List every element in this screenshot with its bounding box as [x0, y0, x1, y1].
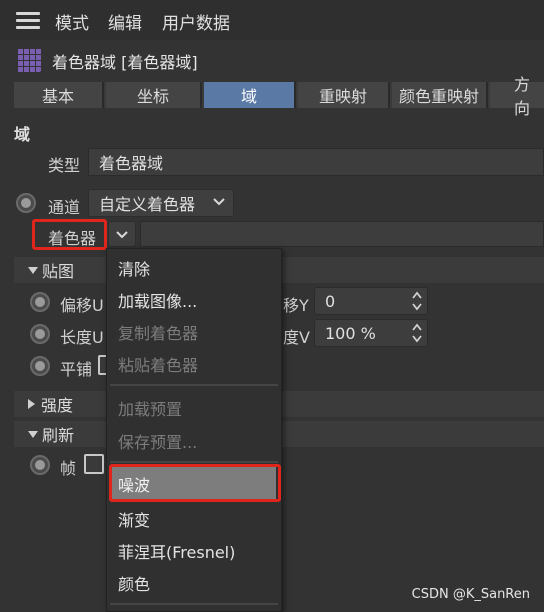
channel-label: 通道: [48, 198, 81, 217]
shader-menu-button[interactable]: [108, 221, 136, 247]
tab-color-remap[interactable]: 颜色重映射: [392, 82, 488, 108]
channel-value: 自定义着色器: [99, 195, 196, 214]
length-v-value: 100 %: [325, 323, 376, 343]
watermark: CSDN @K_SanRen: [411, 587, 530, 602]
popup-item-noise[interactable]: 噪波: [118, 472, 150, 496]
popup-item-color[interactable]: 颜色: [118, 571, 150, 595]
object-title: 着色器域 [着色器域]: [52, 53, 198, 72]
popup-separator: [110, 384, 278, 386]
type-value: 着色器域: [99, 154, 164, 173]
tab-remap[interactable]: 重映射: [298, 82, 390, 108]
group-refresh-label: 刷新: [42, 426, 75, 445]
popup-item-load-image[interactable]: 加载图像...: [118, 288, 197, 312]
type-field: 着色器域: [88, 148, 544, 176]
offset-u-label: 偏移U: [60, 296, 104, 315]
popup-item-gradient[interactable]: 渐变: [118, 507, 150, 531]
popup-item-clear[interactable]: 清除: [118, 256, 150, 280]
stepper-arrows-icon[interactable]: [411, 290, 423, 316]
tab-direction[interactable]: 方向: [490, 75, 544, 118]
length-u-label: 长度U: [60, 328, 104, 347]
expand-down-icon: [28, 266, 38, 274]
channel-animate-radio[interactable]: [16, 193, 36, 213]
length-v-input[interactable]: 100 %: [314, 319, 428, 347]
popup-item-fresnel[interactable]: 菲涅耳(Fresnel): [118, 539, 235, 563]
offset-u-animate-radio[interactable]: [30, 292, 50, 312]
popup-separator: [110, 603, 278, 605]
type-label: 类型: [48, 156, 81, 175]
group-strength-label: 强度: [41, 396, 74, 415]
tab-basic[interactable]: 基本: [14, 82, 104, 108]
popup-item-load-preset: 加载预置: [118, 400, 183, 419]
shader-field-grid-icon: [17, 48, 41, 72]
offset-y-label: 移Y: [283, 296, 309, 315]
menu-user-data[interactable]: 用户数据: [162, 9, 230, 34]
popup-separator: [110, 461, 278, 463]
tile-label: 平铺: [60, 360, 93, 379]
tab-field[interactable]: 域: [204, 82, 296, 108]
chevron-down-icon: [213, 194, 225, 213]
hamburger-menu-icon[interactable]: [16, 12, 40, 30]
offset-y-input[interactable]: 0: [314, 287, 428, 315]
stepper-arrows-icon[interactable]: [411, 322, 423, 348]
popup-item-paste-shader: 粘贴着色器: [118, 356, 199, 375]
length-u-animate-radio[interactable]: [30, 324, 50, 344]
channel-dropdown[interactable]: 自定义着色器: [88, 189, 234, 217]
shader-label: 着色器: [48, 229, 97, 248]
section-heading: 域: [14, 125, 31, 144]
popup-item-copy-shader: 复制着色器: [118, 324, 199, 343]
chevron-down-icon: [116, 225, 128, 244]
expand-down-icon: [28, 430, 38, 438]
group-texture-label: 贴图: [42, 262, 75, 281]
expand-right-icon: [28, 399, 35, 409]
length-v-label: 度V: [283, 328, 310, 347]
tile-animate-radio[interactable]: [30, 356, 50, 376]
frame-checkbox[interactable]: [84, 454, 104, 474]
frame-label: 帧: [60, 459, 77, 478]
tab-coordinates[interactable]: 坐标: [106, 82, 202, 108]
popup-item-save-preset: 保存预置...: [118, 433, 198, 452]
frame-animate-radio[interactable]: [30, 455, 50, 475]
offset-y-value: 0: [325, 291, 336, 311]
shader-slot[interactable]: [140, 221, 544, 247]
menu-mode[interactable]: 模式: [55, 9, 89, 34]
menu-edit[interactable]: 编辑: [108, 9, 142, 34]
